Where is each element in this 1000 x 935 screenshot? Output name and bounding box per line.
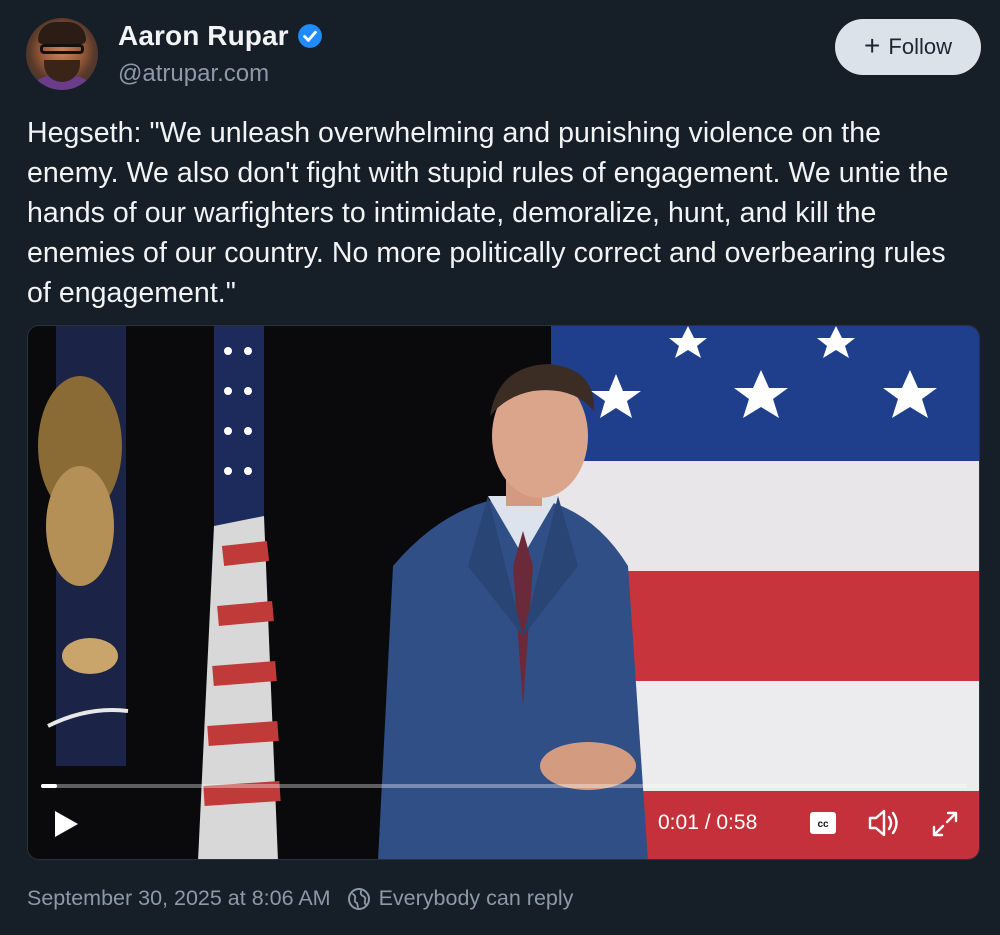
fullscreen-button[interactable] — [928, 807, 962, 841]
post-text: Hegseth: "We unleash overwhelming and pu… — [27, 117, 949, 309]
play-icon — [55, 811, 78, 837]
video-frame — [28, 326, 979, 859]
captions-button[interactable]: cc — [808, 810, 838, 836]
author-name-row: Aaron Rupar — [118, 20, 323, 52]
author-handle[interactable]: @atrupar.com — [118, 60, 269, 88]
cc-icon: cc — [810, 812, 836, 834]
verified-badge-icon — [297, 24, 322, 48]
video-time-display: 0:01 / 0:58 — [658, 811, 758, 834]
author-display-name[interactable]: Aaron Rupar — [118, 20, 289, 52]
plus-icon: + — [864, 30, 881, 61]
avatar[interactable] — [26, 18, 98, 90]
fullscreen-icon — [932, 811, 958, 837]
globe-icon — [347, 887, 370, 910]
video-player[interactable]: 0:01 / 0:58 cc — [27, 325, 980, 860]
follow-button-label: Follow — [888, 34, 952, 59]
volume-button[interactable] — [866, 807, 902, 839]
reply-setting-label: Everybody can reply — [378, 886, 574, 910]
post-header: Aaron Rupar @atrupar.com + Follow — [26, 18, 981, 98]
svg-text:cc: cc — [817, 819, 829, 830]
video-progress-fill — [41, 784, 57, 788]
play-button[interactable] — [48, 804, 84, 844]
post-timestamp[interactable]: September 30, 2025 at 8:06 AM — [27, 886, 331, 911]
video-progress-bar[interactable] — [41, 784, 967, 788]
post-footer: September 30, 2025 at 8:06 AM Everybody … — [27, 886, 573, 911]
follow-button[interactable]: + Follow — [835, 19, 981, 75]
volume-icon — [868, 809, 898, 837]
reply-setting: Everybody can reply — [347, 886, 574, 911]
